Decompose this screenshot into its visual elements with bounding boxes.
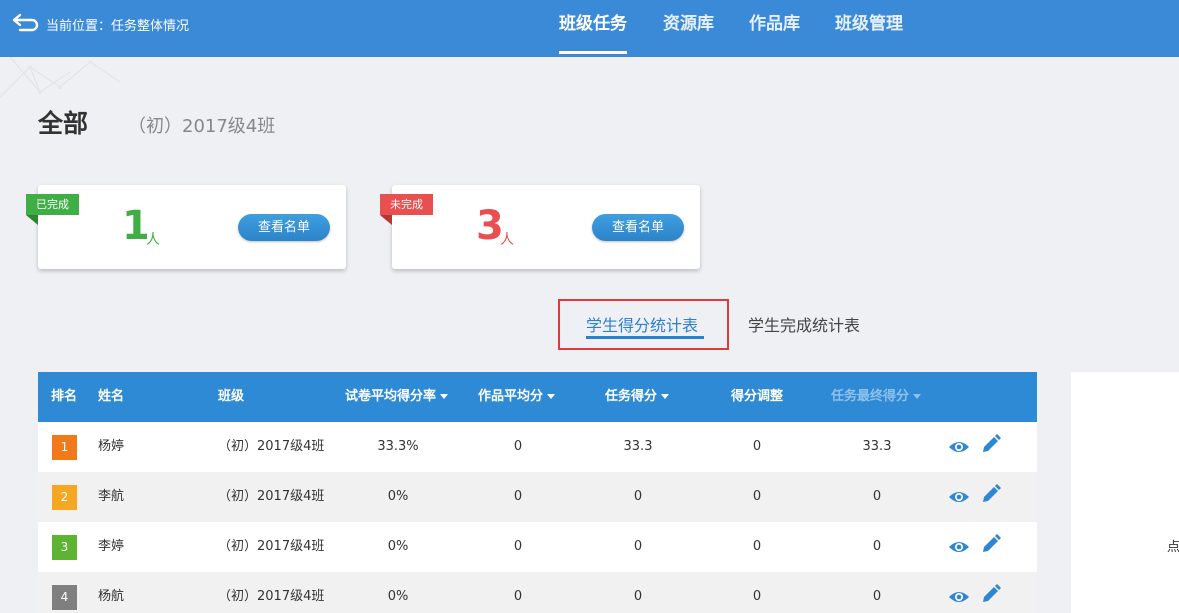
table-header: 排名 姓名 班级 试卷平均得分率 作品平均分 任务得分 得分调整 任务最终得分 [38,372,1037,422]
work-avg: 0 [513,489,523,504]
incomplete-tag: 未完成 [380,194,433,225]
final-score: 33.3 [862,439,892,454]
breadcrumb: 当前位置：任务整体情况 [46,19,190,34]
student-name: 杨航 [98,589,125,604]
top-bar: 当前位置：任务整体情况 班级任务 资源库 作品库 班级管理 [0,0,1179,57]
sort-caret-icon [661,394,670,399]
completed-unit: 人 [146,232,160,248]
task-score: 33.3 [623,439,653,454]
active-tab-underline [586,336,704,339]
side-panel: 点 [1071,372,1179,613]
task-score: 0 [633,489,643,504]
final-score: 0 [872,539,882,554]
score-adjust: 0 [752,489,762,504]
completed-tag: 已完成 [26,194,79,225]
student-class: （初）2017级4班 [218,589,325,604]
eye-icon[interactable] [948,437,970,457]
col-paper-rate[interactable]: 试卷平均得分率 [345,372,449,422]
nav-resource-library[interactable]: 资源库 [663,0,714,57]
final-score: 0 [872,489,882,504]
student-name: 李航 [98,489,125,504]
work-avg: 0 [513,539,523,554]
col-class: 班级 [218,389,245,404]
col-paper-rate-label: 试卷平均得分率 [345,389,437,404]
back-arrow-icon[interactable] [12,12,42,32]
paper-rate: 0% [387,539,409,554]
class-name: （初）2017级4班 [128,116,276,137]
final-score: 0 [872,589,882,604]
paper-rate: 0% [387,489,409,504]
col-work-avg-label: 作品平均分 [478,389,544,404]
col-task-score-label: 任务得分 [605,389,658,404]
tab-score-stats[interactable]: 学生得分统计表 [586,312,698,336]
completed-card: 已完成 1 人 查看名单 [26,185,346,269]
work-avg: 0 [513,589,523,604]
eye-icon[interactable] [948,487,970,507]
eye-icon[interactable] [948,537,970,557]
work-avg: 0 [513,439,523,454]
nav-works-library[interactable]: 作品库 [749,0,800,57]
table-row: 3 李婷 （初）2017级4班 0% 0 0 0 0 [38,522,1037,572]
task-score: 0 [633,539,643,554]
incomplete-unit: 人 [500,232,514,248]
sort-caret-icon [440,394,449,399]
score-adjust: 0 [752,439,762,454]
view-completed-list-button[interactable]: 查看名单 [238,214,330,241]
task-score: 0 [633,589,643,604]
pencil-icon[interactable] [980,534,1002,554]
table-row: 4 杨航 （初）2017级4班 0% 0 0 0 0 [38,572,1037,613]
pencil-icon[interactable] [980,434,1002,454]
col-final-score[interactable]: 任务最终得分 [831,372,922,422]
table-row: 1 杨婷 （初）2017级4班 33.3% 0 33.3 0 33.3 [38,422,1037,472]
pencil-icon[interactable] [980,584,1002,604]
col-rank: 排名 [51,389,78,404]
student-name: 杨婷 [98,439,125,454]
rank-badge: 3 [52,535,77,560]
col-task-score[interactable]: 任务得分 [605,372,670,422]
student-class: （初）2017级4班 [218,439,325,454]
page-title: 全部 [38,109,89,138]
tab-completion-stats[interactable]: 学生完成统计表 [748,312,860,336]
paper-rate: 0% [387,589,409,604]
sort-caret-icon [913,394,922,399]
student-class: （初）2017级4班 [218,539,325,554]
side-panel-text: 点 [1167,540,1179,555]
student-name: 李婷 [98,539,125,554]
table-row: 2 李航 （初）2017级4班 0% 0 0 0 0 [38,472,1037,522]
nav-class-management[interactable]: 班级管理 [835,0,903,57]
score-adjust: 0 [752,539,762,554]
score-adjust: 0 [752,589,762,604]
nav-class-tasks[interactable]: 班级任务 [559,0,627,57]
col-adjust: 得分调整 [731,389,784,404]
rank-badge: 2 [52,485,77,510]
student-class: （初）2017级4班 [218,489,325,504]
paper-rate: 33.3% [377,439,419,454]
eye-icon[interactable] [948,587,970,607]
view-incomplete-list-button[interactable]: 查看名单 [592,214,684,241]
score-table: 排名 姓名 班级 试卷平均得分率 作品平均分 任务得分 得分调整 任务最终得分 … [38,372,1037,613]
col-name: 姓名 [98,389,125,404]
sort-caret-icon [547,394,556,399]
col-final-score-label: 任务最终得分 [831,389,910,404]
incomplete-card: 未完成 3 人 查看名单 [380,185,700,269]
rank-badge: 1 [52,435,77,460]
col-work-avg[interactable]: 作品平均分 [478,372,556,422]
rank-badge: 4 [52,585,77,610]
pencil-icon[interactable] [980,484,1002,504]
